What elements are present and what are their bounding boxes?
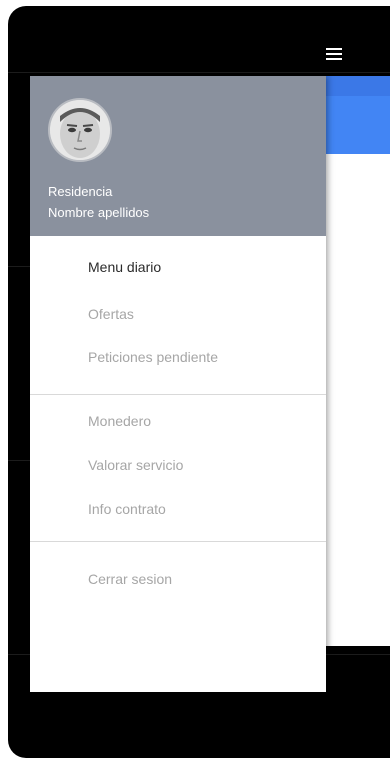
drawer-header: Residencia Nombre apellidos	[30, 76, 326, 236]
menu-item-menu-diario[interactable]: Menu diario	[88, 258, 161, 276]
user-avatar[interactable]	[48, 98, 112, 162]
menu-item-info-contrato[interactable]: Info contrato	[88, 500, 166, 518]
user-name: Nombre apellidos	[48, 205, 150, 220]
app-toolbar	[326, 76, 390, 154]
user-face-image	[50, 100, 110, 160]
navigation-drawer: Residencia Nombre apellidos Menu diario …	[30, 76, 326, 692]
device-frame: Residencia Nombre apellidos Menu diario …	[8, 6, 390, 758]
menu-item-ofertas[interactable]: Ofertas	[88, 305, 134, 323]
menu-item-monedero[interactable]: Monedero	[88, 412, 151, 430]
hamburger-icon[interactable]	[326, 48, 344, 62]
menu-item-valorar-servicio[interactable]: Valorar servicio	[88, 456, 183, 474]
bg-line	[8, 72, 390, 73]
menu-item-peticiones-pendiente[interactable]: Peticiones pendiente	[88, 348, 218, 366]
residence-label: Residencia	[48, 184, 113, 199]
menu-divider	[30, 541, 326, 542]
menu-item-cerrar-sesion[interactable]: Cerrar sesion	[88, 570, 172, 588]
screen: Residencia Nombre apellidos Menu diario …	[0, 0, 390, 758]
status-bar	[326, 76, 390, 96]
menu-divider	[30, 394, 326, 395]
